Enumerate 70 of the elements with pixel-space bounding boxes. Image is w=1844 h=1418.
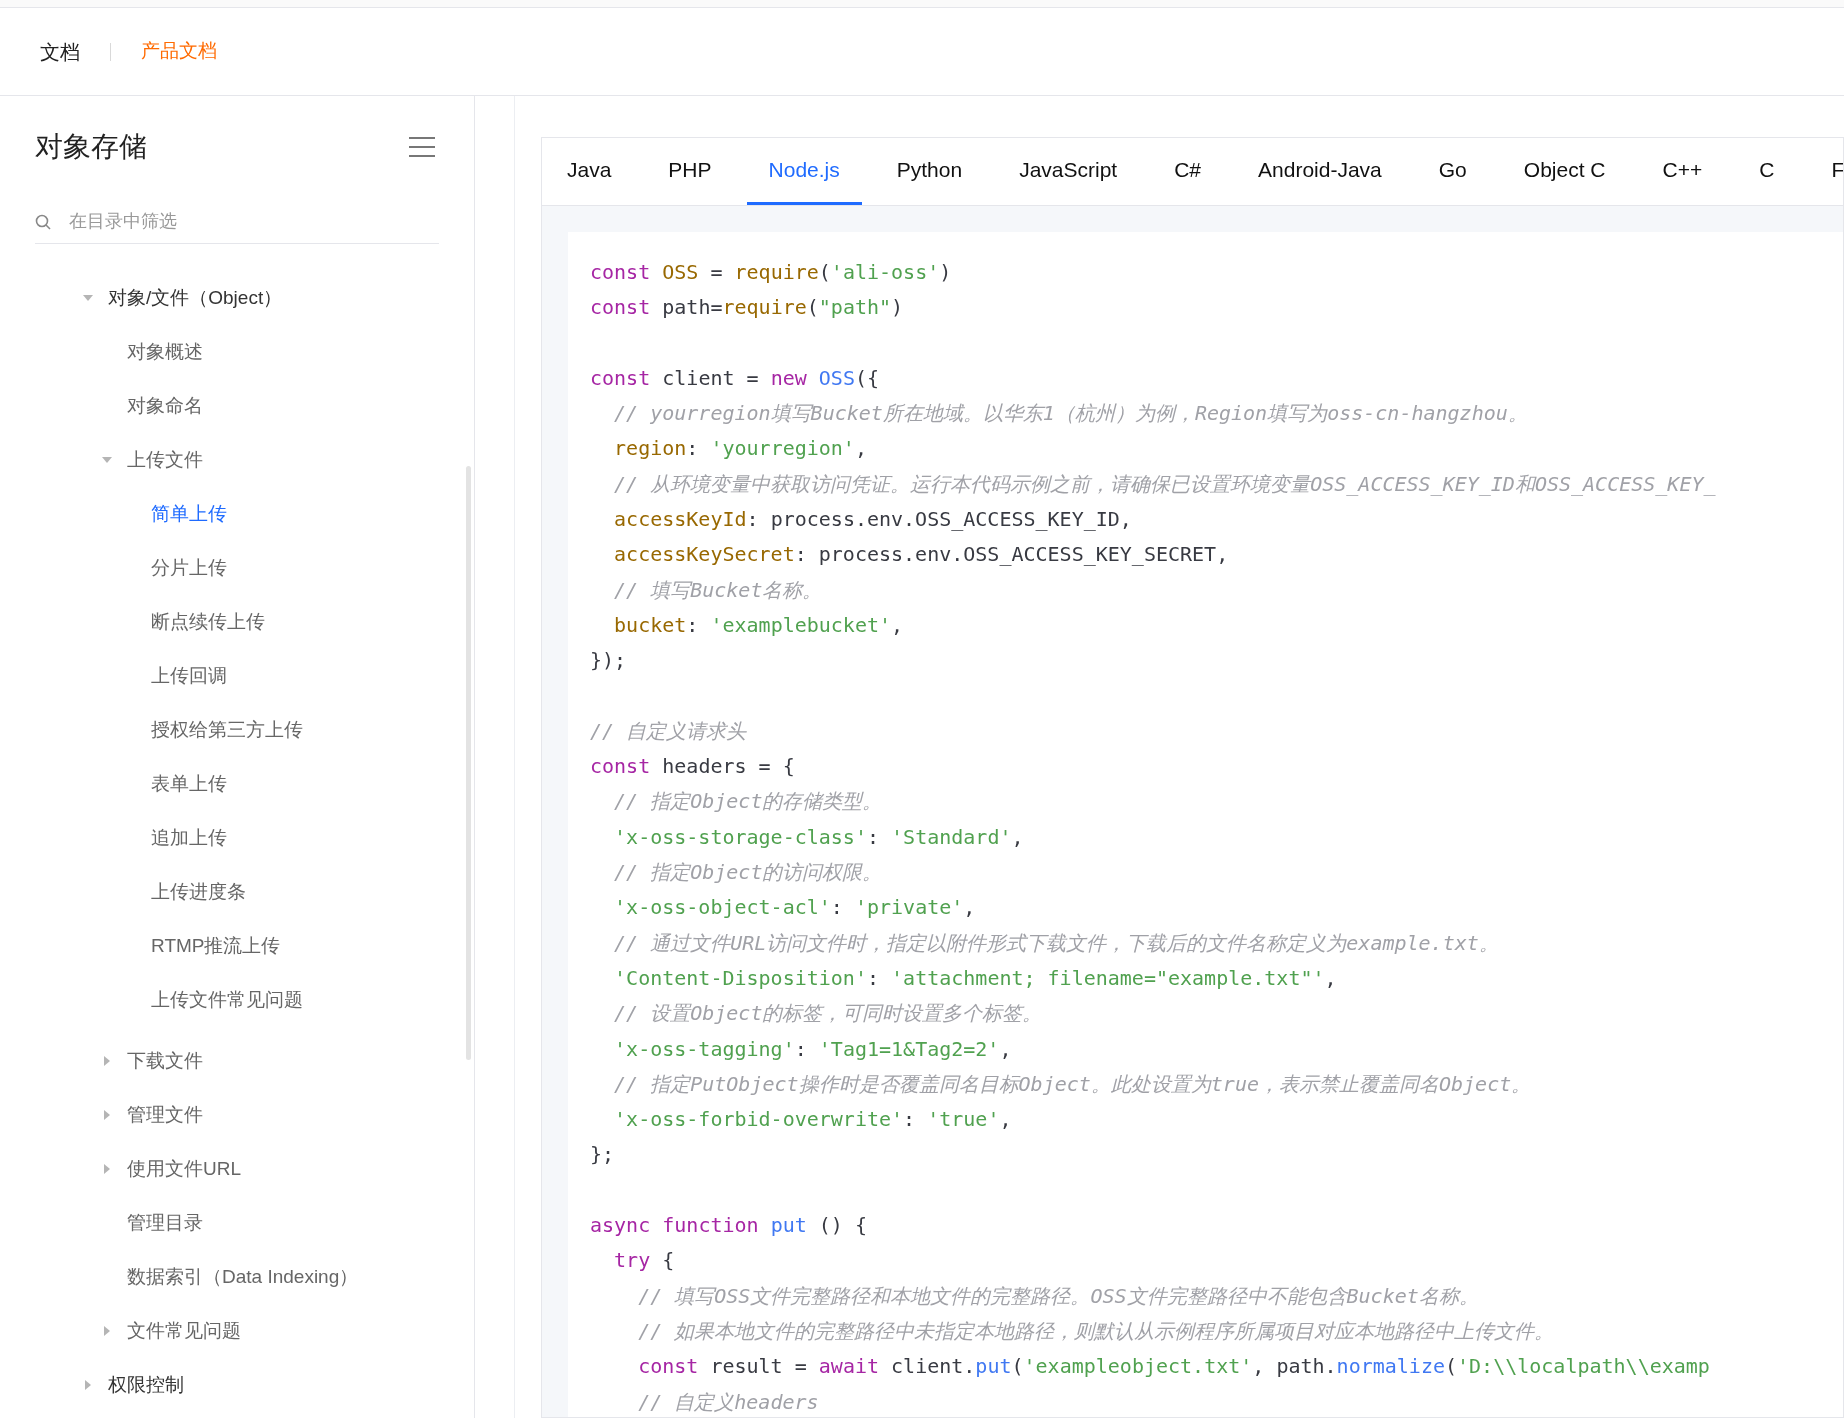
filter-field[interactable]: 在目录中筛选 [35,200,439,244]
code-comment: // 自定义headers [637,1389,819,1414]
tree-item[interactable]: 上传文件 [127,445,203,475]
code-comment: // 指定Object的访问权限。 [613,860,883,885]
language-tab[interactable]: JavaScript [997,138,1140,205]
code-line: bucket: 'examplebucket', [613,612,904,637]
tree-item[interactable]: 管理文件 [127,1100,203,1130]
language-tab[interactable]: C# [1152,138,1224,205]
tree-item[interactable]: 追加上传 [151,823,227,853]
tree-item[interactable]: 对象/文件（Object） [108,283,283,313]
tree-item[interactable]: 简单上传 [151,499,227,529]
docs-title: 文档 [40,39,80,65]
language-tab[interactable]: F [1809,138,1843,205]
code-comment: // 设置Object的标签，可同时设置多个标签。 [613,1001,1043,1026]
code-line: region: 'yourregion', [613,436,867,461]
code-line: 'x-oss-object-acl': 'private', [613,895,976,920]
code-line: accessKeySecret: process.env.OSS_ACCESS_KEY_SECRET, [613,542,1229,567]
scrollbar[interactable] [466,466,471,1060]
code-comment: // 通过文件URL访问文件时，指定以附件形式下载文件，下载后的文件名称定义为example.txt。 [613,930,1499,955]
tree-item[interactable]: 使用文件URL [127,1154,241,1184]
code-line: const result = await client.put('exampleobject.txt', path.normalize('D:\\localpath\\examp [637,1354,1710,1379]
code-line: try { [613,1248,675,1273]
filter-input[interactable]: 在目录中筛选 [69,208,439,235]
language-tab[interactable]: C++ [1640,138,1725,205]
language-tab[interactable]: Android-Java [1236,138,1404,205]
code-line: const path=require("path") [590,295,904,320]
language-tab[interactable]: Go [1416,138,1489,205]
sidebar-title: 对象存储 [35,130,147,164]
code-comment: // 从环境变量中获取访问凭证。运行本代码示例之前，请确保已设置环境变量OSS_ACCESS_KEY_ID和OSS_ACCESS_KEY_ [613,471,1716,496]
code-comment: // 指定PutObject操作时是否覆盖同名目标Object。此处设置为true，表示禁止覆盖同名Object。 [613,1071,1532,1096]
code-line: async function put () { [590,1213,867,1237]
menu-icon[interactable] [408,136,436,158]
language-tab[interactable]: PHP [646,138,734,205]
tree-item[interactable]: 上传回调 [151,661,227,691]
code-comment: // yourregion填写Bucket所在地域。以华东1（杭州）为例，Region填写为oss-cn-hangzhou。 [613,401,1528,426]
tree-item[interactable]: RTMP推流上传 [151,931,281,961]
tree-item[interactable]: 下载文件 [127,1046,203,1076]
code-comment: // 填写OSS文件完整路径和本地文件的完整路径。OSS文件完整路径中不能包含Bucket名称。 [637,1283,1479,1308]
tree-item[interactable]: 断点续传上传 [151,607,265,637]
language-tab[interactable]: Java [545,138,634,205]
tree-item[interactable]: 文件常见问题 [127,1316,241,1346]
tree-item[interactable]: 上传文件常见问题 [151,985,303,1015]
tree-item[interactable]: 表单上传 [151,769,227,799]
code-line: 'x-oss-forbid-overwrite': 'true', [613,1107,1012,1132]
code-line: }; [590,1142,615,1167]
tree-item[interactable]: 对象概述 [127,337,203,367]
code-line: 'x-oss-tagging': 'Tag1=1&Tag2=2', [613,1036,1012,1061]
tree-item[interactable]: 分片上传 [151,553,227,583]
code-comment: // 填写Bucket名称。 [613,577,823,602]
code-comment: // 指定Object的存储类型。 [613,789,883,814]
search-icon [35,213,51,230]
code-line: 'Content-Disposition': 'attachment; filename="example.txt"', [613,965,1337,990]
code-line: accessKeyId: process.env.OSS_ACCESS_KEY_ID, [613,507,1132,532]
code-line: 'x-oss-storage-class': 'Standard', [613,824,1024,849]
code-line: }); [590,648,627,673]
code-line: const headers = { [590,754,795,779]
code-line: const OSS = require('ali-oss') [590,260,952,284]
code-comment: // 如果本地文件的完整路径中未指定本地路径，则默认从示例程序所属项目对应本地路径中上传文件。 [637,1318,1555,1343]
code-line: const client = new OSS({ [590,365,880,390]
language-tab[interactable]: Node.js [746,138,862,205]
language-tab[interactable]: Object C [1501,138,1628,205]
language-tab[interactable]: C [1737,138,1797,205]
tree-item[interactable]: 上传进度条 [151,877,246,907]
tree-item[interactable]: 授权给第三方上传 [151,715,303,745]
code-comment: // 自定义请求头 [590,718,747,743]
tree-item[interactable]: 管理目录 [127,1208,203,1238]
tree-item[interactable]: 对象命名 [127,391,203,421]
tree-item[interactable]: 数据索引（Data Indexing） [127,1262,359,1292]
language-tab[interactable]: Python [874,138,985,205]
tree-item[interactable]: 权限控制 [108,1370,184,1400]
